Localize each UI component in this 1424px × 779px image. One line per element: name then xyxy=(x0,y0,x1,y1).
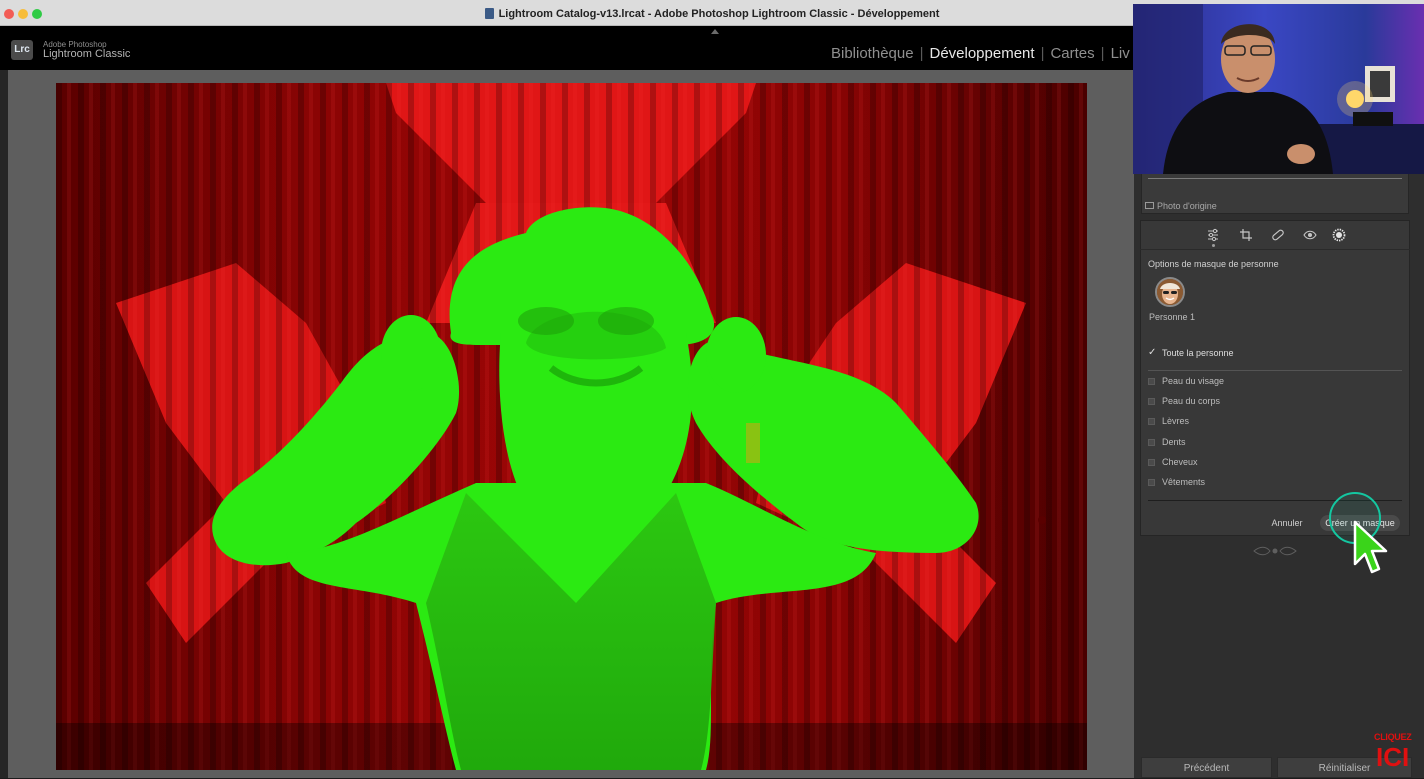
sliders-icon[interactable] xyxy=(1206,228,1220,242)
checkbox-icon[interactable] xyxy=(1148,378,1155,385)
checkbox-icon[interactable] xyxy=(1148,398,1155,405)
checkbox-icon[interactable] xyxy=(1148,479,1155,486)
develop-tool-strip xyxy=(1140,220,1410,250)
checkbox-icon[interactable] xyxy=(1148,439,1155,446)
mask-circle-icon[interactable] xyxy=(1332,228,1346,242)
checkbox-icon[interactable] xyxy=(1148,459,1155,466)
module-map[interactable]: Cartes xyxy=(1050,45,1094,62)
module-book[interactable]: Liv xyxy=(1111,45,1130,62)
ici-text: ICI xyxy=(1376,742,1410,772)
checkbox-icon[interactable] xyxy=(1148,418,1155,425)
mask-options-title: Options de masque de personne xyxy=(1148,259,1279,269)
cancel-button[interactable]: Annuler xyxy=(1262,515,1312,531)
module-library[interactable]: Bibliothèque xyxy=(831,45,914,62)
eye-icon[interactable] xyxy=(1303,228,1317,242)
original-photo-toggle[interactable]: Photo d'origine xyxy=(1145,201,1217,211)
photo-with-mask-overlay[interactable] xyxy=(56,83,1087,770)
brand-line-2: Lightroom Classic xyxy=(43,48,131,60)
photo-canvas[interactable] xyxy=(8,70,1134,778)
panel-end-ornament-icon xyxy=(1253,546,1297,556)
crop-icon[interactable] xyxy=(1239,228,1253,242)
cliquez-text: CLIQUEZ xyxy=(1374,732,1412,742)
document-icon xyxy=(484,8,494,19)
module-separator: | xyxy=(919,45,924,62)
webcam-overlay xyxy=(1133,4,1424,174)
masked-photo-image xyxy=(56,83,1087,770)
module-picker: Bibliothèque | Développement | Cartes | Liv xyxy=(831,45,1130,62)
person-label: Personne 1 xyxy=(1149,312,1196,322)
divider xyxy=(1148,370,1402,371)
person-avatar-icon xyxy=(1157,279,1183,305)
left-panel-edge[interactable] xyxy=(0,70,8,778)
presenter-video-image xyxy=(1133,4,1424,174)
previous-button[interactable]: Précédent xyxy=(1141,757,1272,778)
module-separator: | xyxy=(1040,45,1045,62)
person-thumbnail[interactable] xyxy=(1155,277,1185,307)
lrc-logo: Lrc xyxy=(11,40,33,60)
cliquez-ici-badge[interactable]: CLIQUEZ ICI xyxy=(1372,730,1418,776)
active-tool-indicator xyxy=(1212,244,1215,247)
histogram-baseline xyxy=(1148,178,1402,179)
checkmark-icon: ✓ xyxy=(1148,347,1157,358)
collapse-top-panel-icon[interactable] xyxy=(711,29,719,34)
checkbox-icon xyxy=(1145,202,1154,209)
module-develop[interactable]: Développement xyxy=(929,45,1034,62)
mouse-cursor-icon xyxy=(1353,520,1388,574)
module-separator: | xyxy=(1100,45,1105,62)
bandage-icon[interactable] xyxy=(1271,228,1285,242)
